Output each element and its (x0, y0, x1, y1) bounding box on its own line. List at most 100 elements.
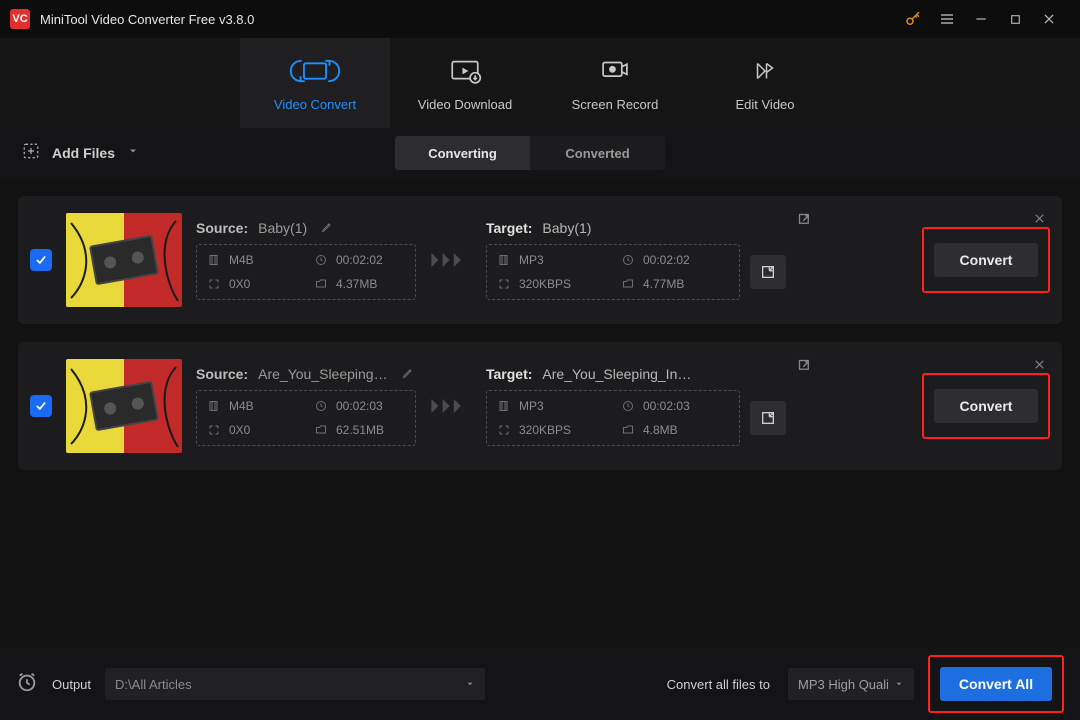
main-tabs: Video Convert Video Download Screen Reco… (0, 38, 1080, 128)
source-duration: 00:02:02 (336, 253, 383, 267)
arrow-icon (430, 395, 472, 417)
tab-edit-video[interactable]: Edit Video (690, 38, 840, 128)
clock-icon (314, 253, 328, 267)
source-name: Are_You_Sleeping_In… (258, 366, 388, 382)
format-icon (497, 399, 511, 413)
format-icon (497, 253, 511, 267)
target-label: Target: (486, 366, 532, 382)
source-duration: 00:02:03 (336, 399, 383, 413)
format-icon (207, 399, 221, 413)
target-size: 4.8MB (643, 423, 678, 437)
source-dim: 0X0 (229, 423, 250, 437)
clock-icon[interactable] (16, 671, 38, 698)
target-settings-button[interactable] (750, 401, 786, 435)
tab-label: Video Convert (274, 97, 356, 112)
convert-all-highlight: Convert All (928, 655, 1064, 713)
toolbar: Add Files Converting Converted (0, 128, 1080, 178)
tab-video-convert[interactable]: Video Convert (240, 38, 390, 128)
key-icon[interactable] (896, 0, 930, 38)
pencil-icon[interactable] (402, 366, 414, 382)
tab-label: Video Download (418, 97, 512, 112)
tab-video-download[interactable]: Video Download (390, 38, 540, 128)
size-icon (314, 423, 328, 437)
checkbox[interactable] (30, 395, 52, 417)
menu-icon[interactable] (930, 0, 964, 38)
checkbox[interactable] (30, 249, 52, 271)
size-icon (621, 423, 635, 437)
convert-icon (298, 55, 332, 87)
tab-converting[interactable]: Converting (395, 136, 530, 170)
tab-screen-record[interactable]: Screen Record (540, 38, 690, 128)
convert-button[interactable]: Convert (934, 389, 1038, 423)
output-path-select[interactable]: D:\All Articles (105, 668, 485, 700)
source-size: 62.51MB (336, 423, 384, 437)
thumbnail (66, 359, 182, 453)
download-icon (448, 55, 482, 87)
add-files-button[interactable]: Add Files (12, 136, 149, 171)
target-info: Target: Baby(1) MP3 00:02:02 320KBPS 4.7… (486, 220, 786, 300)
close-button[interactable] (1032, 0, 1066, 38)
open-folder-icon[interactable] (797, 358, 812, 378)
output-format-select[interactable]: MP3 High Quality (788, 668, 914, 700)
source-dim: 0X0 (229, 277, 250, 291)
target-format: MP3 (519, 399, 544, 413)
output-format: MP3 High Quality (798, 677, 888, 692)
add-files-label: Add Files (52, 145, 115, 161)
convert-highlight: Convert (922, 373, 1050, 439)
open-folder-icon[interactable] (797, 212, 812, 232)
source-label: Source: (196, 220, 248, 236)
convert-all-label: Convert all files to (667, 677, 770, 692)
convert-highlight: Convert (922, 227, 1050, 293)
bitrate-icon (497, 423, 511, 437)
file-card: Source: Are_You_Sleeping_In… M4B 00:02:0… (18, 342, 1062, 470)
maximize-button[interactable] (998, 0, 1032, 38)
clock-icon (621, 253, 635, 267)
edit-icon (750, 55, 780, 87)
bitrate-icon (497, 277, 511, 291)
size-icon (314, 277, 328, 291)
target-dim: 320KBPS (519, 277, 571, 291)
convert-all-button[interactable]: Convert All (940, 667, 1052, 701)
status-tabs: Converting Converted (395, 136, 665, 170)
title-bar: VC MiniTool Video Converter Free v3.8.0 (0, 0, 1080, 38)
source-size: 4.37MB (336, 277, 377, 291)
convert-button[interactable]: Convert (934, 243, 1038, 277)
file-card: Source: Baby(1) M4B 00:02:02 0X0 4.37MB (18, 196, 1062, 324)
app-logo-icon: VC (10, 9, 30, 29)
target-name: Baby(1) (542, 220, 591, 236)
output-path: D:\All Articles (115, 677, 192, 692)
source-format: M4B (229, 253, 254, 267)
clock-icon (621, 399, 635, 413)
resolution-icon (207, 277, 221, 291)
target-name: Are_You_Sleeping_In… (542, 366, 691, 382)
source-format: M4B (229, 399, 254, 413)
target-format: MP3 (519, 253, 544, 267)
plus-icon (22, 142, 40, 165)
arrow-icon (430, 249, 472, 271)
chevron-down-icon[interactable] (127, 144, 139, 162)
target-dim: 320KBPS (519, 423, 571, 437)
resolution-icon (207, 423, 221, 437)
tab-converted[interactable]: Converted (530, 136, 665, 170)
app-window: VC MiniTool Video Converter Free v3.8.0 (0, 0, 1080, 720)
source-info: Source: Are_You_Sleeping_In… M4B 00:02:0… (196, 366, 416, 446)
pencil-icon[interactable] (321, 220, 333, 236)
record-icon (598, 55, 632, 87)
target-duration: 00:02:02 (643, 253, 690, 267)
size-icon (621, 277, 635, 291)
target-duration: 00:02:03 (643, 399, 690, 413)
minimize-button[interactable] (964, 0, 998, 38)
target-label: Target: (486, 220, 532, 236)
bottom-bar: Output D:\All Articles Convert all files… (0, 648, 1080, 720)
file-list: Source: Baby(1) M4B 00:02:02 0X0 4.37MB (0, 178, 1080, 648)
target-size: 4.77MB (643, 277, 684, 291)
tab-label: Edit Video (735, 97, 794, 112)
clock-icon (314, 399, 328, 413)
source-name: Baby(1) (258, 220, 307, 236)
format-icon (207, 253, 221, 267)
target-settings-button[interactable] (750, 255, 786, 289)
output-label: Output (52, 677, 91, 692)
thumbnail (66, 213, 182, 307)
source-info: Source: Baby(1) M4B 00:02:02 0X0 4.37MB (196, 220, 416, 300)
target-info: Target: Are_You_Sleeping_In… MP3 00:02:0… (486, 366, 786, 446)
